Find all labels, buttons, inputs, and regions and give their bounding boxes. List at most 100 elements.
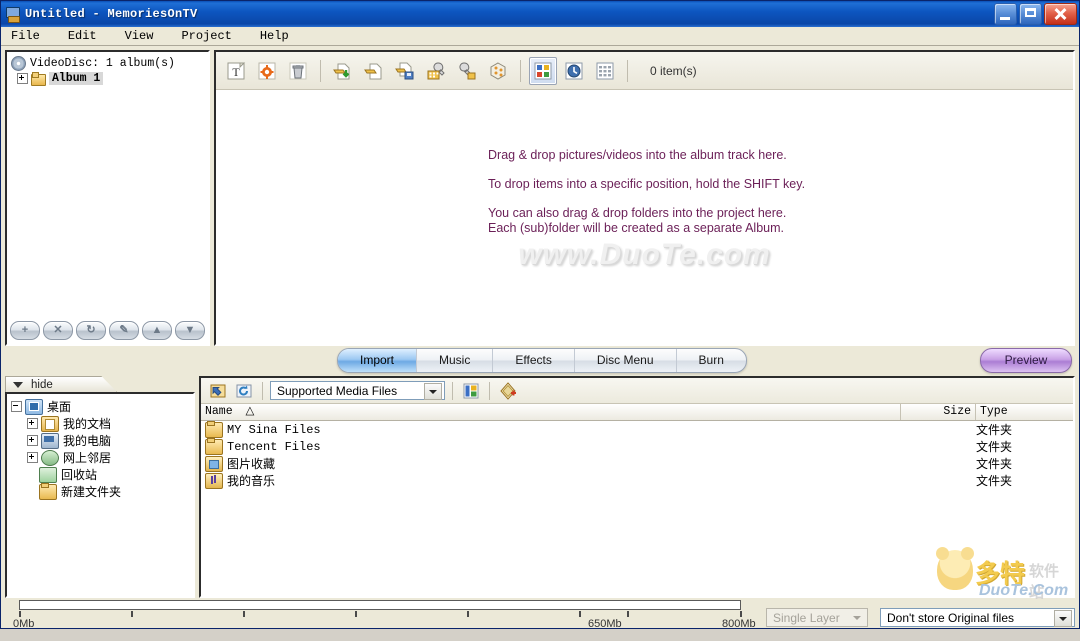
tab-disc-menu[interactable]: Disc Menu	[575, 349, 677, 372]
album-tree-root[interactable]: VideoDisc: 1 album(s)	[7, 56, 208, 71]
folder-tree-item-desktop[interactable]: 桌面	[11, 398, 193, 415]
album-tree-item-label: Album 1	[49, 72, 104, 85]
menu-item-edit[interactable]: Edit	[68, 29, 113, 43]
folder-tree-label: 网上邻居	[63, 451, 112, 465]
tab-effects[interactable]: Effects	[493, 349, 575, 372]
expand-icon[interactable]	[17, 73, 28, 84]
column-header-size[interactable]: Size	[901, 404, 976, 420]
folder-tree-item-network[interactable]: 网上邻居	[11, 449, 193, 466]
up-folder-button[interactable]	[207, 380, 229, 402]
details-view-button[interactable]	[591, 57, 619, 85]
column-header-name[interactable]: Name △	[201, 404, 901, 420]
toolbar-separator	[320, 59, 321, 82]
store-originals-select[interactable]: Don't store Original files	[880, 608, 1075, 627]
drop-instructions: Drag & drop pictures/videos into the alb…	[216, 90, 1073, 344]
tab-burn[interactable]: Burn	[677, 349, 746, 372]
table-row[interactable]: 我的音乐 文件夹	[201, 472, 1073, 489]
album-tree-item-album-1[interactable]: Album 1	[7, 71, 208, 86]
add-to-album-button[interactable]	[497, 380, 519, 402]
move-up-button[interactable]: ▲	[142, 321, 172, 340]
edit-album-glyph: ✎	[119, 324, 129, 336]
minimize-button[interactable]	[994, 3, 1017, 25]
capacity-label-650: 650Mb	[588, 618, 622, 630]
capacity-bar-area: 0Mb 650Mb 800Mb Single Layer Don't store…	[1, 600, 1079, 641]
hide-panel-tab[interactable]: hide	[5, 376, 117, 392]
expand-icon[interactable]	[27, 452, 38, 463]
file-type-cell: 文件夹	[976, 474, 1013, 488]
file-name-label: Tencent Files	[227, 439, 321, 454]
move-up-glyph: ▲	[151, 324, 163, 336]
file-list-body: MY Sina Files 文件夹 Tencent Files 文件夹 图片收藏…	[201, 421, 1073, 596]
folder-tree-item-recycle-bin[interactable]: 回收站	[11, 466, 193, 483]
file-list-toolbar: Supported Media Files	[201, 378, 1073, 404]
delete-button[interactable]	[284, 57, 312, 85]
import-file-button[interactable]	[329, 57, 357, 85]
settings-button[interactable]	[253, 57, 281, 85]
chevron-down-icon[interactable]	[1054, 610, 1072, 627]
my-documents-icon	[41, 415, 59, 432]
folder-tree-item-my-documents[interactable]: 我的文档	[11, 415, 193, 432]
open-file-button[interactable]	[360, 57, 388, 85]
move-down-glyph: ▼	[184, 324, 196, 336]
tab-import[interactable]: Import	[338, 349, 418, 372]
disc-icon	[11, 56, 26, 71]
add-album-glyph: +	[21, 324, 29, 336]
save-file-button[interactable]	[391, 57, 419, 85]
thumbnail-view-button[interactable]	[529, 56, 557, 85]
expand-icon[interactable]	[27, 418, 38, 429]
refresh-button[interactable]	[233, 380, 255, 402]
store-originals-value: Don't store Original files	[887, 610, 1015, 625]
preview-button[interactable]: Preview	[980, 348, 1072, 373]
menu-item-file[interactable]: File	[11, 29, 56, 43]
media-filter-select[interactable]: Supported Media Files	[270, 381, 445, 400]
window-controls	[994, 3, 1077, 25]
music-folder-icon	[205, 472, 223, 489]
refresh-album-button[interactable]: ↻	[76, 321, 106, 340]
random-button[interactable]	[484, 57, 512, 85]
table-row[interactable]: Tencent Files 文件夹	[201, 437, 1073, 455]
menu-item-project[interactable]: Project	[181, 29, 247, 43]
chevron-down-icon[interactable]	[424, 383, 442, 400]
svg-text:T: T	[232, 65, 240, 79]
layer-select[interactable]: Single Layer	[766, 608, 868, 627]
timeline-view-button[interactable]	[560, 57, 588, 85]
menu-bar: File Edit View Project Help	[1, 27, 1079, 46]
desktop-icon	[25, 398, 43, 415]
column-header-name-label: Name	[205, 405, 233, 418]
workflow-tabs: Import Music Effects Disc Menu Burn	[337, 348, 747, 373]
drop-line-2: To drop items into a specific position, …	[488, 177, 806, 191]
drop-line-3: You can also drag & drop folders into th…	[488, 206, 787, 220]
album-track-panel: T 0 item(s) Drag & drop pictures/videos …	[214, 50, 1075, 346]
application-window: Untitled - MemoriesOnTV File Edit View P…	[0, 0, 1080, 630]
network-icon	[41, 449, 59, 466]
view-mode-button[interactable]	[460, 380, 482, 402]
my-computer-icon	[41, 432, 59, 449]
collapse-icon[interactable]	[11, 401, 22, 412]
add-album-button[interactable]: +	[10, 321, 40, 340]
add-text-button[interactable]: T	[222, 57, 250, 85]
tab-music[interactable]: Music	[417, 349, 494, 372]
folder-icon	[205, 421, 223, 438]
close-button[interactable]	[1044, 3, 1077, 25]
folder-tree-item-my-computer[interactable]: 我的电脑	[11, 432, 193, 449]
move-down-button[interactable]: ▼	[175, 321, 205, 340]
folder-tree-item-new-folder[interactable]: 新建文件夹	[11, 482, 193, 500]
table-row[interactable]: MY Sina Files 文件夹	[201, 421, 1073, 438]
file-toolbar-separator-3	[489, 381, 490, 400]
expand-icon[interactable]	[27, 435, 38, 446]
column-header-type[interactable]: Type	[976, 404, 1073, 420]
menu-item-view[interactable]: View	[125, 29, 170, 43]
chevron-down-icon	[849, 610, 865, 625]
maximize-button[interactable]	[1019, 3, 1042, 25]
tab-strip: Import Music Effects Disc Menu Burn Prev…	[1, 346, 1079, 376]
remove-album-button[interactable]: ✕	[43, 321, 73, 340]
menu-item-help[interactable]: Help	[260, 29, 305, 43]
file-name-label: MY Sina Files	[227, 422, 321, 437]
settings-wrench-button[interactable]	[453, 57, 481, 85]
drop-line-4: Each (sub)folder will be created as a se…	[488, 221, 784, 235]
table-row[interactable]: 图片收藏 文件夹	[201, 455, 1073, 472]
edit-album-button[interactable]: ✎	[109, 321, 139, 340]
file-list-header: Name △ Size Type	[201, 404, 1073, 421]
item-count-label: 0 item(s)	[650, 63, 697, 78]
tools-button[interactable]	[422, 57, 450, 85]
